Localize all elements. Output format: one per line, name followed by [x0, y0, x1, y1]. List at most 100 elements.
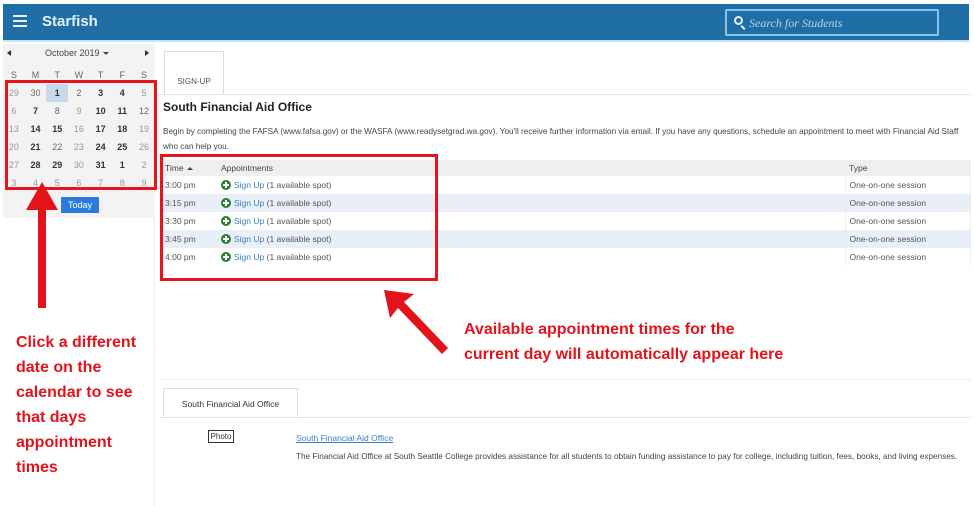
calendar-day[interactable]: 4: [111, 84, 133, 102]
menu-icon[interactable]: [13, 15, 27, 27]
appointment-cell: Sign Up (1 available spot): [217, 212, 845, 230]
calendar-day[interactable]: 29: [46, 156, 68, 174]
calendar-week-row: 6 7 8 9 10 11 12: [3, 102, 155, 120]
tab-sign-up[interactable]: SIGN-UP: [164, 51, 224, 95]
appointment-type: One-on-one session: [844, 194, 971, 212]
calendar-day[interactable]: 9: [68, 102, 90, 120]
appointment-cell: Sign Up (1 available spot): [217, 230, 845, 248]
office-link[interactable]: South Financial Aid Office: [296, 433, 393, 443]
office-photo-placeholder: Photo: [208, 430, 234, 443]
calendar-day[interactable]: 30: [25, 84, 47, 102]
calendar-day[interactable]: 18: [111, 120, 133, 138]
calendar-day[interactable]: 3: [3, 174, 25, 192]
previous-month-icon[interactable]: [7, 50, 11, 56]
calendar-day[interactable]: 16: [68, 120, 90, 138]
calendar-day[interactable]: 29: [3, 84, 25, 102]
calendar-day[interactable]: 3: [90, 84, 112, 102]
calendar-day[interactable]: 2: [133, 156, 155, 174]
sign-up-link[interactable]: Sign Up: [234, 216, 264, 226]
calendar-day[interactable]: 5: [46, 174, 68, 192]
calendar-day[interactable]: 24: [90, 138, 112, 156]
calendar-day[interactable]: 19: [133, 120, 155, 138]
sign-up-link[interactable]: Sign Up: [234, 198, 264, 208]
calendar-day[interactable]: 17: [90, 120, 112, 138]
app-title[interactable]: Starfish: [42, 13, 98, 30]
top-navigation-bar: Starfish: [3, 4, 969, 42]
arrow-up-left-icon: [384, 290, 448, 354]
search-input[interactable]: [749, 14, 929, 32]
calendar-week-row: 3456789: [3, 174, 155, 192]
table-header-row: Time Appointments Type: [161, 160, 971, 176]
plus-circle-icon[interactable]: [221, 198, 231, 209]
available-spots: (1 available spot): [266, 215, 332, 226]
calendar-day[interactable]: 6: [3, 102, 25, 120]
calendar-day[interactable]: 7: [90, 174, 112, 192]
column-header-time[interactable]: Time: [161, 160, 217, 176]
calendar-day-selected[interactable]: 1: [46, 84, 69, 102]
calendar-day[interactable]: 22: [46, 138, 68, 156]
calendar-day[interactable]: 25: [111, 138, 133, 156]
calendar-day[interactable]: 20: [3, 138, 25, 156]
plus-circle-icon[interactable]: [221, 216, 231, 227]
calendar-day[interactable]: 28: [25, 156, 47, 174]
calendar-day[interactable]: 12: [133, 102, 155, 120]
tab-divider: [160, 94, 971, 95]
calendar-week-row: 20 21 22 23 24 25 26: [3, 138, 155, 156]
appointment-time: 3:30 pm: [165, 216, 196, 226]
section-divider: [160, 379, 971, 380]
appointment-cell: Sign Up (1 available spot): [217, 176, 845, 194]
weekday-label: F: [119, 70, 126, 80]
sign-up-link[interactable]: Sign Up: [234, 180, 264, 190]
calendar-day[interactable]: 2: [68, 84, 90, 102]
calendar-header: October 2019: [3, 48, 155, 64]
calendar-day[interactable]: 30: [68, 156, 90, 174]
search-box[interactable]: [725, 9, 939, 36]
calendar-day[interactable]: 13: [3, 120, 25, 138]
weekday-label: T: [97, 70, 104, 80]
calendar-day[interactable]: 6: [68, 174, 90, 192]
appointment-time: 3:00 pm: [165, 180, 196, 190]
calendar-day[interactable]: 8: [46, 102, 68, 120]
appointment-type: One-on-one session: [844, 248, 971, 266]
page-title: South Financial Aid Office: [163, 100, 312, 114]
calendar-day[interactable]: 8: [111, 174, 133, 192]
next-month-icon[interactable]: [145, 50, 149, 56]
calendar-day[interactable]: 23: [68, 138, 90, 156]
sign-up-link[interactable]: Sign Up: [234, 252, 264, 262]
calendar-day[interactable]: 14: [25, 120, 47, 138]
calendar-day[interactable]: 1: [111, 156, 133, 174]
calendar-day[interactable]: 27: [3, 156, 25, 174]
plus-circle-icon[interactable]: [221, 234, 231, 245]
tab-office-info[interactable]: South Financial Aid Office: [163, 388, 298, 418]
appointment-time: 4:00 pm: [165, 252, 196, 262]
chevron-down-icon: [102, 52, 109, 56]
calendar-day[interactable]: 4: [25, 174, 47, 192]
month-selector[interactable]: October 2019: [45, 48, 109, 58]
sign-up-link[interactable]: Sign Up: [234, 234, 264, 244]
table-row: 3:30 pm Sign Up (1 available spot) One-on-…: [161, 212, 971, 230]
available-spots: (1 available spot): [266, 179, 332, 190]
table-row: 4:00 pm Sign Up (1 available spot) One-on-…: [161, 248, 971, 266]
appointment-type: One-on-one session: [844, 230, 971, 248]
calendar-day[interactable]: 26: [133, 138, 155, 156]
today-button[interactable]: Today: [61, 197, 99, 213]
annotation-appointments-hint: Available appointment times for the curr…: [464, 321, 784, 363]
annotation-calendar-hint: Click a different date on the calendar t…: [16, 334, 137, 476]
calendar-day[interactable]: 7: [25, 102, 47, 120]
calendar-day[interactable]: 9: [133, 174, 155, 192]
plus-circle-icon[interactable]: [221, 180, 231, 191]
appointment-cell: Sign Up (1 available spot): [217, 194, 845, 212]
calendar-day[interactable]: 11: [111, 102, 133, 120]
column-header-appointments: Appointments: [217, 160, 845, 176]
weekday-label: W: [74, 70, 84, 80]
calendar-day[interactable]: 31: [90, 156, 112, 174]
calendar-day[interactable]: 21: [25, 138, 47, 156]
tab-divider: [160, 417, 971, 418]
weekday-label: S: [140, 70, 147, 80]
plus-circle-icon[interactable]: [221, 252, 231, 263]
weekday-label: S: [10, 70, 17, 80]
calendar-day[interactable]: 10: [90, 102, 112, 120]
appointment-time: 3:45 pm: [161, 230, 217, 248]
calendar-day[interactable]: 5: [133, 84, 155, 102]
calendar-day[interactable]: 15: [46, 120, 68, 138]
